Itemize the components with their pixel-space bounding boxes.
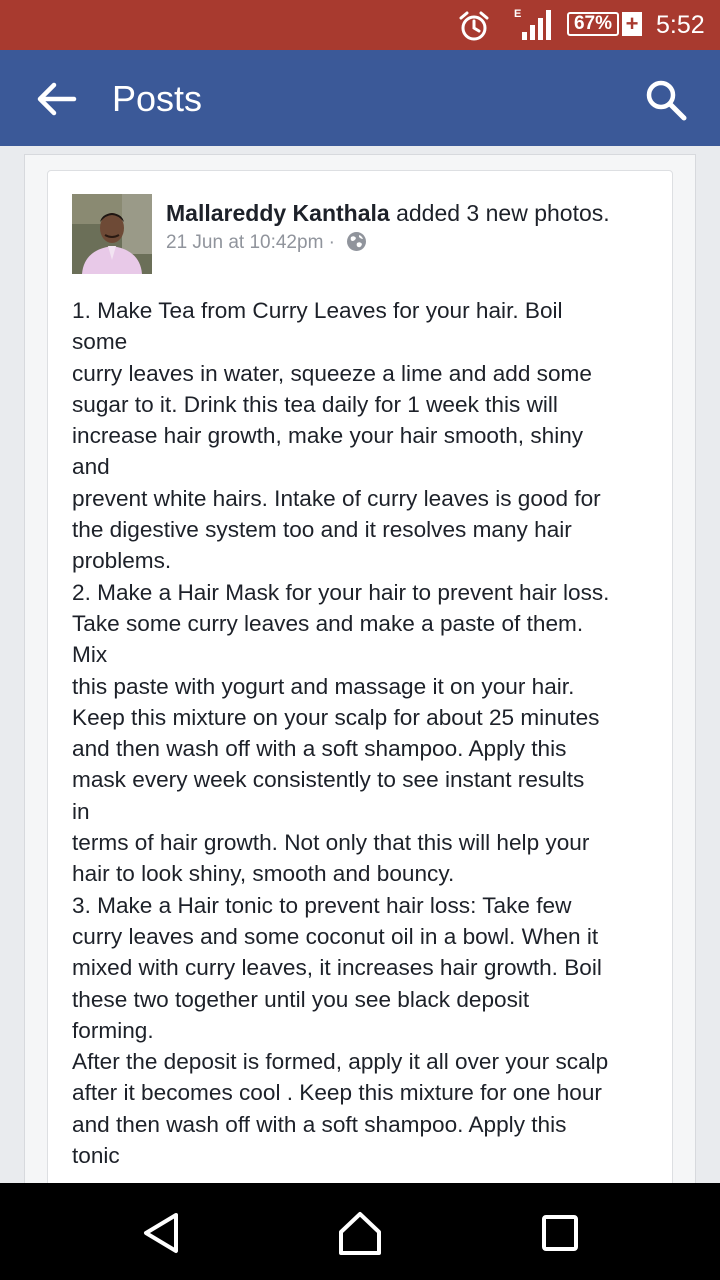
meta-separator: · (328, 232, 335, 253)
post-header: Mallareddy Kanthala added 3 new photos. (166, 198, 610, 228)
post-text-line: Keep this mixture on your scalp for abou… (72, 704, 600, 730)
post-text-line: and (72, 454, 110, 480)
post-text-line: forming. (72, 1017, 154, 1043)
search-icon[interactable] (644, 78, 688, 122)
post-meta: 21 Jun at 10:42pm · (166, 230, 367, 256)
post-text-line: and then wash off with a soft shampoo. A… (72, 1111, 567, 1137)
post-text-line: After the deposit is formed, apply it al… (72, 1049, 609, 1075)
post-text-line: and then wash off with a soft shampoo. A… (72, 736, 567, 762)
post-text-line: problems. (72, 548, 172, 574)
nav-recents-icon[interactable] (540, 1213, 580, 1253)
nav-back-icon[interactable] (140, 1209, 184, 1257)
post-text-line: increase hair growth, make your hair smo… (72, 423, 584, 449)
page-title: Posts (112, 78, 203, 119)
author-name[interactable]: Mallareddy Kanthala (166, 200, 390, 226)
post-text-line: prevent white hairs. Intake of curry lea… (72, 485, 601, 511)
battery-charging-icon: + (622, 12, 642, 36)
post-text-line: curry leaves in water, squeeze a lime an… (72, 360, 592, 386)
post-text-line: this paste with yogurt and massage it on… (72, 673, 575, 699)
arrow-left-icon[interactable] (34, 80, 78, 118)
avatar-photo (72, 194, 152, 274)
alarm-clock-icon (459, 11, 489, 41)
status-bar: E 67% + 5:52 (0, 0, 720, 50)
post-text-line: 1. Make Tea from Curry Leaves for your h… (72, 298, 563, 323)
post-text-line: after it becomes cool . Keep this mixtur… (72, 1080, 602, 1106)
post-action: added 3 new photos. (389, 200, 610, 226)
post-text-line: sugar to it. Drink this tea daily for 1 … (72, 391, 558, 417)
post-text-line: mask every week consistently to see inst… (72, 767, 585, 793)
clock-time: 5:52 (656, 11, 705, 39)
post-text-line: 2. Make a Hair Mask for your hair to pre… (72, 579, 610, 605)
post-text-line: terms of hair growth. Not only that this… (72, 830, 590, 856)
post-text-line: tonic (72, 1143, 120, 1169)
post-text-line: curry leaves and some coconut oil in a b… (72, 923, 599, 949)
network-type-label: E (514, 8, 521, 20)
app-bar: Posts (0, 50, 720, 146)
post-text-line: the digestive system too and it resolves… (72, 517, 572, 543)
post-text-line: some (72, 329, 128, 355)
post-text: 1. Make Tea from Curry Leaves for your h… (72, 295, 652, 1183)
post-text-line: hair to look shiny, smooth and bouncy. (72, 861, 455, 887)
post-text-line: these two together until you see black d… (72, 986, 530, 1012)
avatar[interactable] (72, 194, 152, 274)
post-text-line: Mix (72, 642, 108, 668)
post-timestamp[interactable]: 21 Jun at 10:42pm (166, 232, 323, 253)
post-text-line: Take some curry leaves and make a paste … (72, 610, 584, 636)
battery-level: 67% (567, 12, 619, 36)
nav-home-icon[interactable] (336, 1209, 384, 1257)
post-text-line: in (72, 798, 90, 824)
globe-icon (347, 232, 367, 251)
post-text-line: 3. Make a Hair tonic to prevent hair los… (72, 892, 572, 918)
post-text-line: mixed with curry leaves, it increases ha… (72, 955, 602, 981)
navigation-bar (0, 1183, 720, 1280)
signal-icon: E (514, 8, 551, 40)
